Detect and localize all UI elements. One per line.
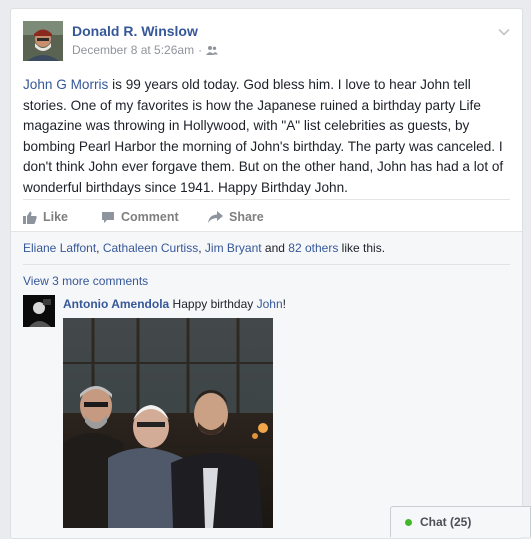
mention-link[interactable]: John G Morris <box>23 77 108 92</box>
divider <box>23 199 510 200</box>
share-button[interactable]: Share <box>208 210 264 224</box>
meta-separator: · <box>198 43 203 57</box>
likes-and: and <box>261 241 289 255</box>
comment-body-end: ! <box>282 297 286 311</box>
comment-body: Happy birthday <box>169 297 257 311</box>
post-body-text: is 99 years old today. God bless him. I … <box>23 77 504 195</box>
thumbs-up-icon <box>23 211 37 224</box>
like-button[interactable]: Like <box>23 210 101 224</box>
chat-label: Chat (25) <box>420 515 472 529</box>
liker-link[interactable]: Cathaleen Curtiss <box>103 241 198 255</box>
comment-text: Antonio Amendola Happy birthday John! <box>63 297 286 311</box>
post-timestamp[interactable]: December 8 at 5:26am <box>72 43 194 57</box>
likes-summary: Eliane Laffont, Cathaleen Curtiss, Jim B… <box>23 241 385 255</box>
share-icon <box>208 211 223 223</box>
author-avatar[interactable] <box>23 21 63 61</box>
post-meta: December 8 at 5:26am · <box>72 43 219 57</box>
friends-icon[interactable] <box>206 45 219 55</box>
likes-comma: , <box>96 241 103 255</box>
liker-link[interactable]: Jim Bryant <box>205 241 262 255</box>
share-label: Share <box>229 210 264 224</box>
commenter-photo <box>23 295 55 327</box>
comment-author[interactable]: Antonio Amendola <box>63 297 169 311</box>
chevron-down-icon[interactable] <box>498 23 510 41</box>
likes-suffix: like this. <box>338 241 386 255</box>
comment-label: Comment <box>121 210 179 224</box>
comment-photo[interactable] <box>63 318 273 528</box>
post-body: John G Morris is 99 years old today. God… <box>23 75 511 198</box>
feedback-section: Eliane Laffont, Cathaleen Curtiss, Jim B… <box>11 231 522 538</box>
comment-icon <box>101 211 115 224</box>
action-bar: Like Comment Share <box>23 206 264 228</box>
chat-bar[interactable]: Chat (25) <box>390 506 531 537</box>
comment-mention-link[interactable]: John <box>257 297 283 311</box>
post-author-name[interactable]: Donald R. Winslow <box>72 23 198 39</box>
like-label: Like <box>43 210 69 224</box>
likes-comma: , <box>198 241 205 255</box>
others-link[interactable]: 82 others <box>288 241 338 255</box>
photo-three-men <box>63 318 273 528</box>
commenter-avatar[interactable] <box>23 295 55 327</box>
view-more-comments-link[interactable]: View 3 more comments <box>23 274 148 288</box>
author-photo <box>23 21 63 61</box>
comment-button[interactable]: Comment <box>101 210 208 224</box>
liker-link[interactable]: Eliane Laffont <box>23 241 96 255</box>
post-card: Donald R. Winslow December 8 at 5:26am ·… <box>10 8 523 539</box>
divider <box>23 264 510 265</box>
online-status-icon <box>405 518 412 526</box>
